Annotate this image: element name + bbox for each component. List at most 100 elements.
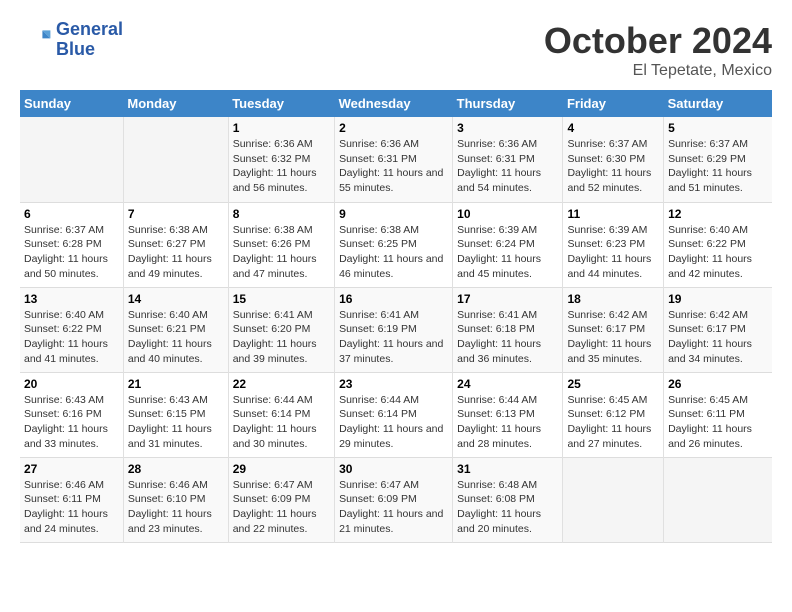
day-number: 18 xyxy=(567,292,659,306)
day-info: Sunrise: 6:38 AMSunset: 6:25 PMDaylight:… xyxy=(339,223,448,282)
day-number: 31 xyxy=(457,462,558,476)
calendar-header: SundayMondayTuesdayWednesdayThursdayFrid… xyxy=(20,90,772,117)
day-info: Sunrise: 6:43 AMSunset: 6:15 PMDaylight:… xyxy=(128,393,224,452)
page-header: General Blue October 2024 El Tepetate, M… xyxy=(20,20,772,80)
day-number: 16 xyxy=(339,292,448,306)
calendar-cell: 7Sunrise: 6:38 AMSunset: 6:27 PMDaylight… xyxy=(123,202,228,287)
day-number: 3 xyxy=(457,121,558,135)
day-info: Sunrise: 6:36 AMSunset: 6:31 PMDaylight:… xyxy=(339,137,448,196)
day-number: 13 xyxy=(24,292,119,306)
calendar-cell: 19Sunrise: 6:42 AMSunset: 6:17 PMDayligh… xyxy=(664,287,772,372)
day-info: Sunrise: 6:39 AMSunset: 6:23 PMDaylight:… xyxy=(567,223,659,282)
day-info: Sunrise: 6:48 AMSunset: 6:08 PMDaylight:… xyxy=(457,478,558,537)
day-info: Sunrise: 6:39 AMSunset: 6:24 PMDaylight:… xyxy=(457,223,558,282)
day-number: 14 xyxy=(128,292,224,306)
calendar-row: 27 Sunrise: 6:46 AMSunset: 6:11 PMDayligh… xyxy=(20,457,772,542)
day-info: Sunrise: 6:43 AMSunset: 6:16 PMDaylight:… xyxy=(24,393,119,452)
day-info: Sunrise: 6:46 AMSunset: 6:10 PMDaylight:… xyxy=(128,478,224,537)
calendar-cell: 5Sunrise: 6:37 AMSunset: 6:29 PMDaylight… xyxy=(664,117,772,202)
header-saturday: Saturday xyxy=(664,90,772,117)
day-number: 5 xyxy=(668,121,768,135)
header-thursday: Thursday xyxy=(453,90,563,117)
calendar-table: SundayMondayTuesdayWednesdayThursdayFrid… xyxy=(20,90,772,543)
calendar-cell: 17Sunrise: 6:41 AMSunset: 6:18 PMDayligh… xyxy=(453,287,563,372)
calendar-cell: 20 Sunrise: 6:43 AMSunset: 6:16 PMDayligh… xyxy=(20,372,123,457)
calendar-cell xyxy=(20,117,123,202)
calendar-cell: 27 Sunrise: 6:46 AMSunset: 6:11 PMDayligh… xyxy=(20,457,123,542)
day-info: Sunrise: 6:45 AMSunset: 6:11 PMDaylight:… xyxy=(668,393,768,452)
day-number: 11 xyxy=(567,207,659,221)
day-number: 17 xyxy=(457,292,558,306)
day-info: Sunrise: 6:47 AMSunset: 6:09 PMDaylight:… xyxy=(339,478,448,537)
calendar-cell xyxy=(123,117,228,202)
day-number: 29 xyxy=(233,462,330,476)
day-info: Sunrise: 6:37 AMSunset: 6:30 PMDaylight:… xyxy=(567,137,659,196)
calendar-cell: 10 Sunrise: 6:39 AMSunset: 6:24 PMDayligh… xyxy=(453,202,563,287)
day-info: Sunrise: 6:44 AMSunset: 6:14 PMDaylight:… xyxy=(233,393,330,452)
day-number: 6 xyxy=(24,207,119,221)
day-number: 20 xyxy=(24,377,119,391)
day-number: 21 xyxy=(128,377,224,391)
calendar-body: 1 Sunrise: 6:36 AMSunset: 6:32 PMDaylight… xyxy=(20,117,772,542)
day-info: Sunrise: 6:36 AMSunset: 6:31 PMDaylight:… xyxy=(457,137,558,196)
calendar-cell: 8Sunrise: 6:38 AMSunset: 6:26 PMDaylight… xyxy=(228,202,334,287)
calendar-cell: 1 Sunrise: 6:36 AMSunset: 6:32 PMDaylight… xyxy=(228,117,334,202)
calendar-cell: 26 Sunrise: 6:45 AMSunset: 6:11 PMDayligh… xyxy=(664,372,772,457)
day-info: Sunrise: 6:40 AMSunset: 6:22 PMDaylight:… xyxy=(24,308,119,367)
month-title: October 2024 xyxy=(544,20,772,62)
day-info: Sunrise: 6:46 AMSunset: 6:11 PMDaylight:… xyxy=(24,478,119,537)
calendar-cell: 18 Sunrise: 6:42 AMSunset: 6:17 PMDayligh… xyxy=(563,287,664,372)
calendar-row: 20 Sunrise: 6:43 AMSunset: 6:16 PMDayligh… xyxy=(20,372,772,457)
day-number: 26 xyxy=(668,377,768,391)
day-info: Sunrise: 6:36 AMSunset: 6:32 PMDaylight:… xyxy=(233,137,330,196)
title-section: October 2024 El Tepetate, Mexico xyxy=(544,20,772,80)
day-number: 23 xyxy=(339,377,448,391)
calendar-cell: 4 Sunrise: 6:37 AMSunset: 6:30 PMDaylight… xyxy=(563,117,664,202)
day-number: 27 xyxy=(24,462,119,476)
header-wednesday: Wednesday xyxy=(335,90,453,117)
calendar-cell: 24Sunrise: 6:44 AMSunset: 6:13 PMDayligh… xyxy=(453,372,563,457)
day-info: Sunrise: 6:41 AMSunset: 6:19 PMDaylight:… xyxy=(339,308,448,367)
calendar-cell xyxy=(563,457,664,542)
logo: General Blue xyxy=(20,20,123,60)
calendar-cell: 14 Sunrise: 6:40 AMSunset: 6:21 PMDayligh… xyxy=(123,287,228,372)
calendar-cell: 15 Sunrise: 6:41 AMSunset: 6:20 PMDayligh… xyxy=(228,287,334,372)
day-number: 12 xyxy=(668,207,768,221)
day-info: Sunrise: 6:45 AMSunset: 6:12 PMDaylight:… xyxy=(567,393,659,452)
calendar-cell: 9 Sunrise: 6:38 AMSunset: 6:25 PMDaylight… xyxy=(335,202,453,287)
calendar-cell: 13 Sunrise: 6:40 AMSunset: 6:22 PMDayligh… xyxy=(20,287,123,372)
calendar-cell: 31 Sunrise: 6:48 AMSunset: 6:08 PMDayligh… xyxy=(453,457,563,542)
day-info: Sunrise: 6:37 AMSunset: 6:28 PMDaylight:… xyxy=(24,223,119,282)
calendar-row: 13 Sunrise: 6:40 AMSunset: 6:22 PMDayligh… xyxy=(20,287,772,372)
day-number: 1 xyxy=(233,121,330,135)
calendar-cell: 12 Sunrise: 6:40 AMSunset: 6:22 PMDayligh… xyxy=(664,202,772,287)
calendar-cell: 28 Sunrise: 6:46 AMSunset: 6:10 PMDayligh… xyxy=(123,457,228,542)
day-number: 22 xyxy=(233,377,330,391)
day-info: Sunrise: 6:40 AMSunset: 6:21 PMDaylight:… xyxy=(128,308,224,367)
day-info: Sunrise: 6:41 AMSunset: 6:20 PMDaylight:… xyxy=(233,308,330,367)
location: El Tepetate, Mexico xyxy=(544,62,772,80)
day-number: 9 xyxy=(339,207,448,221)
calendar-row: 6 Sunrise: 6:37 AMSunset: 6:28 PMDaylight… xyxy=(20,202,772,287)
header-tuesday: Tuesday xyxy=(228,90,334,117)
day-number: 25 xyxy=(567,377,659,391)
calendar-cell: 29Sunrise: 6:47 AMSunset: 6:09 PMDayligh… xyxy=(228,457,334,542)
calendar-cell xyxy=(664,457,772,542)
day-number: 28 xyxy=(128,462,224,476)
day-number: 10 xyxy=(457,207,558,221)
calendar-cell: 25 Sunrise: 6:45 AMSunset: 6:12 PMDayligh… xyxy=(563,372,664,457)
calendar-cell: 2 Sunrise: 6:36 AMSunset: 6:31 PMDaylight… xyxy=(335,117,453,202)
day-info: Sunrise: 6:42 AMSunset: 6:17 PMDaylight:… xyxy=(567,308,659,367)
day-info: Sunrise: 6:42 AMSunset: 6:17 PMDaylight:… xyxy=(668,308,768,367)
day-info: Sunrise: 6:44 AMSunset: 6:14 PMDaylight:… xyxy=(339,393,448,452)
logo-text: General Blue xyxy=(56,20,123,60)
day-info: Sunrise: 6:38 AMSunset: 6:27 PMDaylight:… xyxy=(128,223,224,282)
day-number: 24 xyxy=(457,377,558,391)
day-number: 15 xyxy=(233,292,330,306)
day-number: 4 xyxy=(567,121,659,135)
header-sunday: Sunday xyxy=(20,90,123,117)
day-info: Sunrise: 6:40 AMSunset: 6:22 PMDaylight:… xyxy=(668,223,768,282)
logo-icon xyxy=(20,24,52,56)
day-number: 2 xyxy=(339,121,448,135)
day-info: Sunrise: 6:38 AMSunset: 6:26 PMDaylight:… xyxy=(233,223,330,282)
